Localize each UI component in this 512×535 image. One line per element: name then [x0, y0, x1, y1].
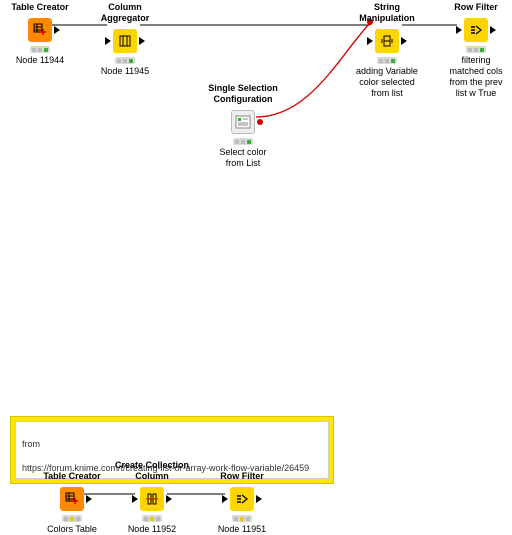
port-out: [54, 26, 60, 34]
port-in: [132, 495, 138, 503]
node-title: Column Aggregator: [85, 2, 165, 24]
port-out: [86, 495, 92, 503]
node-title: Single Selection Configuration: [203, 83, 283, 105]
node-title: Table Creator: [32, 471, 112, 482]
node-title: Create Collection Column: [112, 460, 192, 482]
port-out: [139, 37, 145, 45]
table-creator-icon: [28, 18, 52, 42]
port-out: [490, 26, 496, 34]
port-out: [401, 37, 407, 45]
status-indicator: [232, 515, 252, 522]
node-table-creator-1[interactable]: Table Creator Node 11944: [0, 2, 80, 66]
port-in: [367, 37, 373, 45]
node-string-manipulation[interactable]: String Manipulation adding Variable colo…: [347, 2, 427, 99]
status-indicator: [377, 57, 397, 64]
column-aggregator-icon: [113, 29, 137, 53]
status-indicator: [30, 46, 50, 53]
port-out-variable: [257, 119, 263, 125]
status-indicator: [233, 138, 253, 145]
row-filter-icon: [230, 487, 254, 511]
node-caption: Select color from List: [203, 147, 283, 169]
node-create-collection-column[interactable]: Create Collection Column Node 11952: [112, 460, 192, 535]
port-in: [105, 37, 111, 45]
status-indicator: [466, 46, 486, 53]
status-indicator: [142, 515, 162, 522]
row-filter-icon: [464, 18, 488, 42]
node-title: Row Filter: [436, 2, 512, 13]
node-caption: Node 11944: [0, 55, 80, 66]
port-out: [166, 495, 172, 503]
node-caption: adding Variable color selected from list: [347, 66, 427, 99]
node-column-aggregator[interactable]: Column Aggregator Node 11945: [85, 2, 165, 77]
status-indicator: [62, 515, 82, 522]
node-caption: filtering matched cols from the prev lis…: [436, 55, 512, 99]
node-caption: Node 11945: [85, 66, 165, 77]
port-out: [256, 495, 262, 503]
node-title: Row Filter: [202, 471, 282, 482]
port-in: [456, 26, 462, 34]
table-creator-icon: [60, 487, 84, 511]
node-row-filter-2[interactable]: Row Filter Node 11951: [202, 471, 282, 535]
port-in: [222, 495, 228, 503]
single-selection-config-icon: [231, 110, 255, 134]
node-row-filter-1[interactable]: Row Filter filtering matched cols from t…: [436, 2, 512, 99]
node-title: String Manipulation: [347, 2, 427, 24]
create-collection-column-icon: [140, 487, 164, 511]
node-title: Table Creator: [0, 2, 80, 13]
node-table-creator-2[interactable]: Table Creator Colors Table: [32, 471, 112, 535]
status-indicator: [115, 57, 135, 64]
node-single-selection-config[interactable]: Single Selection Configuration Select co…: [203, 83, 283, 169]
string-manipulation-icon: [375, 29, 399, 53]
